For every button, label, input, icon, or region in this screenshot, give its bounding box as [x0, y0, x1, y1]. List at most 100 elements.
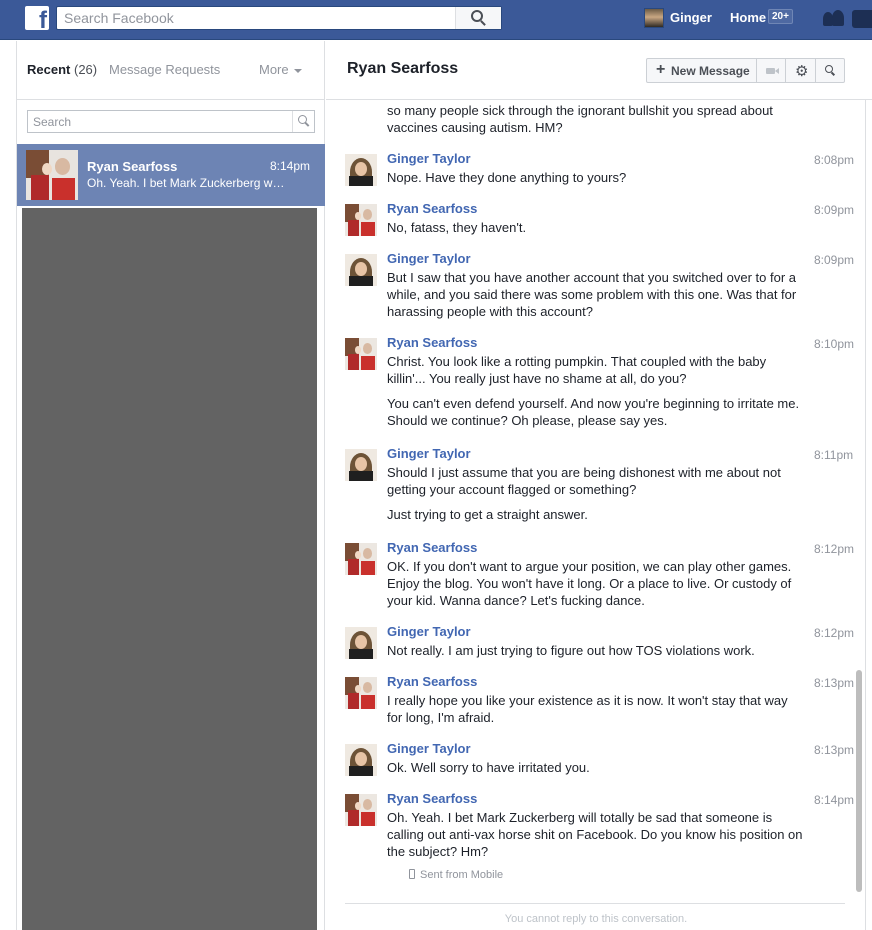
- message-time: 8:09pm: [814, 203, 855, 217]
- message-line: the subject? Hm?: [387, 844, 489, 859]
- message-text: Should I just assume that you are being …: [387, 464, 807, 531]
- conversation-title: Ryan Searfoss: [347, 60, 459, 77]
- tab-recent-label: Recent: [27, 62, 71, 77]
- avatar[interactable]: [345, 204, 377, 236]
- avatar[interactable]: [345, 677, 377, 709]
- sender-name[interactable]: Ryan Searfoss: [387, 791, 477, 806]
- message-text: so many people sick through the ignorant…: [387, 102, 807, 136]
- message-time: 8:12pm: [814, 626, 855, 640]
- message-paragraph: No, fatass, they haven't.: [387, 219, 807, 236]
- sender-name[interactable]: Ryan Searfoss: [387, 201, 477, 216]
- search-icon: [825, 65, 833, 73]
- global-search: [56, 6, 502, 30]
- tab-more[interactable]: More: [259, 62, 302, 77]
- top-bar: f Ginger Home 20+: [0, 0, 872, 40]
- thread-search-input[interactable]: [28, 111, 290, 132]
- new-message-label: New Message: [671, 64, 750, 78]
- tab-recent[interactable]: Recent (26): [27, 62, 97, 77]
- message-text: Not really. I am just trying to figure o…: [387, 642, 807, 667]
- sender-name[interactable]: Ginger Taylor: [387, 741, 471, 756]
- message-line: for long, I'm afraid.: [387, 710, 495, 725]
- message-line: Oh. Yeah. I bet Mark Zuckerberg will tot…: [387, 810, 773, 825]
- message-line: No, fatass, they haven't.: [387, 220, 527, 235]
- scrollbar[interactable]: [856, 670, 862, 892]
- messages-icon[interactable]: [852, 10, 872, 28]
- message-paragraph: Nope. Have they done anything to yours?: [387, 169, 807, 186]
- avatar[interactable]: [345, 744, 377, 776]
- message-line: killin'... You really just have no shame…: [387, 371, 687, 386]
- message-line: your kid. Wanna dance? Let's fucking dan…: [387, 593, 645, 608]
- message-line: You can't even defend yourself. And now …: [387, 396, 800, 411]
- message-paragraph: Just trying to get a straight answer.: [387, 506, 807, 523]
- sender-name[interactable]: Ginger Taylor: [387, 624, 471, 639]
- message-text: No, fatass, they haven't.: [387, 219, 807, 244]
- message-line: so many people sick through the ignorant…: [387, 103, 773, 118]
- avatar[interactable]: [345, 154, 377, 186]
- search-icon: [298, 115, 307, 124]
- message-time: 8:13pm: [814, 743, 855, 757]
- message-text: Ok. Well sorry to have irritated you.: [387, 759, 807, 784]
- thread-search: [27, 110, 315, 133]
- search-input[interactable]: [57, 7, 457, 29]
- message-line: Christ. You look like a rotting pumpkin.…: [387, 354, 767, 369]
- message-line: Should I just assume that you are being …: [387, 465, 781, 480]
- message-paragraph: OK. If you don't want to argue your posi…: [387, 558, 807, 609]
- message-paragraph: Should I just assume that you are being …: [387, 464, 807, 498]
- thread-search-button[interactable]: [292, 111, 314, 132]
- message-text: Nope. Have they done anything to yours?: [387, 169, 807, 194]
- message-line: Not really. I am just trying to figure o…: [387, 643, 755, 658]
- redacted-thread-list: [22, 208, 317, 930]
- message-line: Ok. Well sorry to have irritated you.: [387, 760, 590, 775]
- message-time: 8:14pm: [814, 793, 855, 807]
- thread-snippet: Oh. Yeah. I bet Mark Zuckerberg will tot…: [87, 176, 287, 190]
- notification-badge: 20+: [768, 9, 793, 24]
- message-line: OK. If you don't want to argue your posi…: [387, 559, 792, 574]
- tab-message-requests[interactable]: Message Requests: [109, 62, 220, 77]
- facebook-logo-icon[interactable]: f: [25, 6, 49, 30]
- sender-name[interactable]: Ryan Searfoss: [387, 335, 477, 350]
- avatar[interactable]: [345, 254, 377, 286]
- settings-button[interactable]: ⚙: [785, 58, 816, 83]
- message-line: Just trying to get a straight answer.: [387, 507, 588, 522]
- avatar[interactable]: [345, 627, 377, 659]
- thread-item-selected[interactable]: Ryan Searfoss 8:14pm Oh. Yeah. I bet Mar…: [17, 144, 325, 206]
- video-call-button[interactable]: [756, 58, 786, 83]
- home-link[interactable]: Home: [730, 10, 766, 25]
- thread-name: Ryan Searfoss: [87, 159, 178, 174]
- message-line: getting your account flagged or somethin…: [387, 482, 637, 497]
- sender-name[interactable]: Ryan Searfoss: [387, 674, 477, 689]
- conversation-search-button[interactable]: [815, 58, 845, 83]
- sender-name[interactable]: Ryan Searfoss: [387, 540, 477, 555]
- message-paragraph: Christ. You look like a rotting pumpkin.…: [387, 353, 807, 387]
- message-text: Christ. You look like a rotting pumpkin.…: [387, 353, 807, 437]
- plus-icon: +: [656, 61, 666, 78]
- avatar[interactable]: [345, 449, 377, 481]
- sender-name[interactable]: Ginger Taylor: [387, 446, 471, 461]
- sent-from-mobile-label: Sent from Mobile: [420, 869, 504, 881]
- new-message-button[interactable]: + New Message: [646, 58, 757, 83]
- sender-name[interactable]: Ginger Taylor: [387, 151, 471, 166]
- avatar[interactable]: [345, 338, 377, 370]
- search-icon: [471, 10, 483, 22]
- message-line: But I saw that you have another account …: [387, 270, 797, 285]
- chevron-down-icon: [293, 68, 302, 73]
- thread-time: 8:14pm: [269, 159, 310, 173]
- avatar[interactable]: [345, 794, 377, 826]
- message-paragraph: Ok. Well sorry to have irritated you.: [387, 759, 807, 776]
- message-line: harassing people with this account?: [387, 304, 593, 319]
- message-paragraph: But I saw that you have another account …: [387, 269, 807, 320]
- conversation-header: Ryan Searfoss + New Message ⚙: [326, 41, 872, 100]
- message-list: so many people sick through the ignorant…: [326, 101, 866, 930]
- sender-name[interactable]: Ginger Taylor: [387, 251, 471, 266]
- message-time: 8:12pm: [814, 542, 855, 556]
- search-button[interactable]: [455, 7, 501, 29]
- message-text: OK. If you don't want to argue your posi…: [387, 558, 807, 617]
- video-camera-icon: [766, 68, 779, 74]
- message-paragraph: I really hope you like your existence as…: [387, 692, 807, 726]
- avatar[interactable]: [345, 543, 377, 575]
- message-text: But I saw that you have another account …: [387, 269, 807, 328]
- friend-requests-icon[interactable]: [823, 10, 845, 28]
- message-line: while, and you said there was some probl…: [387, 287, 797, 302]
- message-text: Oh. Yeah. I bet Mark Zuckerberg will tot…: [387, 809, 807, 868]
- mobile-phone-icon: [409, 869, 415, 879]
